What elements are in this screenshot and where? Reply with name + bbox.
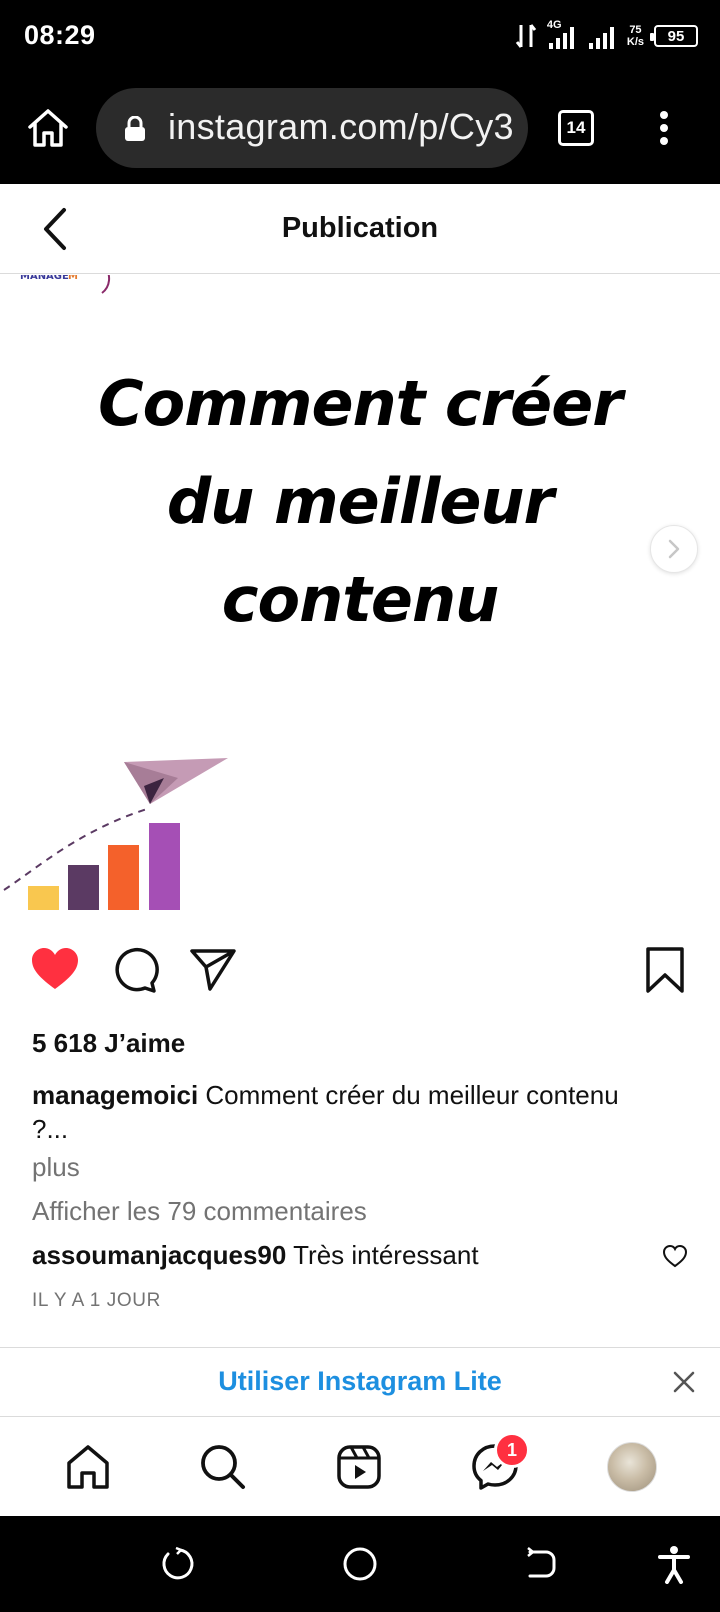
page-title: Publication (281, 212, 439, 244)
svg-text:MANAGE: MANAGE (20, 275, 69, 282)
browser-home-icon[interactable] (24, 104, 72, 152)
status-time: 08:29 (24, 20, 96, 50)
bar-2 (68, 865, 99, 910)
back-button-icon[interactable] (520, 1544, 560, 1584)
post-image[interactable]: MANAGE M Comment créer du meilleur conte… (0, 275, 720, 920)
reels-icon[interactable] (334, 1442, 384, 1492)
close-icon[interactable] (672, 1370, 696, 1394)
browser-menu-icon[interactable] (652, 108, 676, 148)
post-headline: Comment créer du meilleur contenu (0, 355, 720, 649)
tab-switcher-button[interactable]: 14 (558, 110, 594, 146)
search-icon[interactable] (198, 1442, 248, 1492)
accessibility-icon[interactable] (654, 1544, 694, 1584)
battery-level: 95 (667, 27, 685, 45)
comment-icon[interactable] (110, 945, 160, 995)
system-nav-bar (0, 1516, 720, 1612)
speed-value: 75 (629, 24, 642, 36)
caption-text: Comment créer du meilleur contenu (198, 1080, 619, 1110)
headline-line-1: Comment créer (98, 367, 623, 440)
bar-1 (28, 886, 59, 910)
growth-chart-illustration (3, 758, 228, 910)
bottom-nav: 1 (0, 1418, 720, 1516)
home-button-icon[interactable] (340, 1544, 380, 1584)
view-comments-link[interactable]: Afficher les 79 commentaires (32, 1196, 367, 1227)
url-text[interactable]: instagram.com/p/Cy3 (168, 106, 514, 148)
carousel-next-button[interactable] (650, 525, 698, 573)
bar-3 (108, 845, 139, 910)
comment-author[interactable]: assoumanjacques90 (32, 1240, 286, 1270)
address-bar[interactable]: instagram.com/p/Cy3 (96, 88, 528, 168)
battery-icon: 95 (650, 25, 698, 47)
like-heart-icon[interactable] (30, 945, 80, 995)
speed-unit: K/s (626, 36, 644, 48)
likes-count[interactable]: 5 618 J’aime (32, 1028, 185, 1059)
home-icon[interactable] (63, 1442, 113, 1492)
use-instagram-lite-link[interactable]: Utiliser Instagram Lite (0, 1366, 720, 1397)
caption-continuation: ?... (32, 1114, 69, 1144)
top-comment: assoumanjacques90 Très intéressant (32, 1240, 479, 1271)
chevron-right-icon (668, 539, 680, 559)
status-icons: 4G 75 K/s 95 (515, 18, 698, 54)
recent-apps-icon[interactable] (160, 1544, 200, 1584)
signal-4g-icon: 4G (547, 19, 577, 51)
status-bar: 08:29 4G 75 K/s 95 (0, 0, 720, 76)
comment-text: Très intéressant (286, 1240, 479, 1270)
bar-4 (149, 823, 180, 910)
headline-line-2: du meilleur (166, 465, 554, 538)
post-actions (0, 945, 720, 995)
messages-badge: 1 (494, 1432, 530, 1468)
bookmark-icon[interactable] (640, 945, 690, 995)
browser-toolbar: instagram.com/p/Cy3 14 (0, 76, 720, 184)
app-header: Publication (0, 184, 720, 274)
caption-more-link[interactable]: plus (32, 1152, 80, 1183)
network-speed: 75 K/s (627, 24, 644, 48)
signal-icon (588, 27, 614, 49)
instagram-lite-banner: Utiliser Instagram Lite (0, 1347, 720, 1417)
share-icon[interactable] (188, 945, 238, 995)
svg-text:M: M (68, 275, 78, 282)
post-timestamp: IL Y A 1 JOUR (32, 1290, 161, 1311)
comment-like-heart-icon[interactable] (662, 1244, 688, 1268)
headline-line-3: contenu (221, 563, 499, 636)
lock-icon (125, 116, 145, 141)
profile-avatar[interactable] (607, 1442, 657, 1492)
data-transfer-icon (515, 24, 537, 48)
brand-logo-fragment: MANAGE M (20, 275, 110, 294)
caption-author[interactable]: managemoici (32, 1080, 198, 1110)
post-caption: managemoici Comment créer du meilleur co… (32, 1078, 672, 1146)
